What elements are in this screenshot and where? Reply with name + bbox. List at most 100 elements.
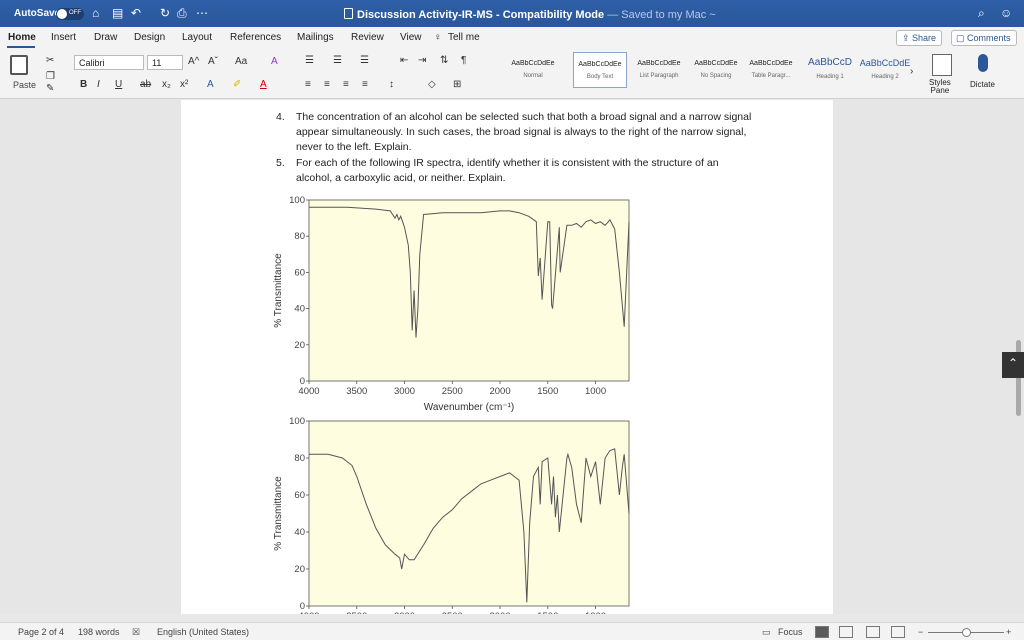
shrink-font-icon[interactable]: Aˇ	[208, 56, 218, 67]
draft-view-button[interactable]	[891, 626, 905, 638]
decrease-indent-icon[interactable]: ⇤	[400, 55, 408, 66]
save-icon[interactable]: ▤	[112, 6, 123, 20]
y-axis-label: % Transmittance	[273, 476, 284, 551]
zoom-out-icon[interactable]: −	[918, 627, 923, 637]
home-icon[interactable]: ⌂	[92, 6, 99, 20]
bullets-icon[interactable]: ☰	[305, 55, 314, 66]
undo-icon[interactable]: ↶	[131, 6, 141, 20]
paste-icon[interactable]	[10, 55, 28, 75]
style-list-paragraph[interactable]: AaBbCcDdEe List Paragraph	[632, 52, 686, 88]
align-center-icon[interactable]: ≡	[324, 79, 330, 90]
comments-button[interactable]: ▢ Comments	[951, 30, 1017, 46]
outline-view-button[interactable]	[866, 626, 880, 638]
grow-font-icon[interactable]: A^	[188, 56, 199, 67]
tab-review[interactable]: Review	[351, 32, 384, 43]
more-icon[interactable]: ⋯	[196, 6, 208, 20]
strikethrough-icon[interactable]: ab	[140, 79, 151, 90]
x-tick-label: 2000	[489, 611, 510, 614]
tab-mailings[interactable]: Mailings	[297, 32, 334, 43]
tab-layout[interactable]: Layout	[182, 32, 212, 43]
shading-icon[interactable]: ◇	[428, 79, 436, 90]
font-name-select[interactable]: Calibri	[74, 55, 144, 70]
subscript-icon[interactable]: x₂	[162, 79, 171, 90]
tell-me[interactable]: Tell me	[448, 32, 480, 43]
tab-design[interactable]: Design	[134, 32, 165, 43]
numbering-icon[interactable]: ☰	[333, 55, 342, 66]
y-tick-label: 100	[289, 195, 305, 206]
search-icon[interactable]: ⌕	[978, 6, 985, 21]
style-sample: AaBbCcDdEe	[749, 60, 793, 67]
style-table-paragraph[interactable]: AaBbCcDdEe Table Paragr...	[744, 52, 798, 88]
compatibility-mode: Compatibility Mode	[502, 9, 605, 21]
ir-spectra-figure: 0204060801004000 3500 3000 2500 2000 1500 1000…	[273, 195, 630, 614]
style-name: Heading 2	[871, 74, 899, 80]
style-sample: AaBbCcD	[808, 57, 852, 68]
style-no-spacing[interactable]: AaBbCcDdEe No Spacing	[689, 52, 743, 88]
redo-icon[interactable]: ↻	[160, 6, 170, 20]
style-name: Table Paragr...	[751, 73, 791, 79]
sort-icon[interactable]: ⇅	[440, 55, 448, 66]
style-normal[interactable]: AaBbCcDdEe Normal	[506, 52, 560, 88]
font-size-select[interactable]: 11	[147, 55, 183, 70]
superscript-icon[interactable]: x²	[180, 79, 188, 90]
style-heading-2[interactable]: AaBbCcDdE Heading 2	[858, 52, 912, 88]
y-tick-label: 60	[294, 267, 305, 278]
pilcrow-icon[interactable]: ¶	[461, 55, 466, 66]
font-size-value: 11	[152, 58, 162, 68]
increase-indent-icon[interactable]: ⇥	[418, 55, 426, 66]
document-page[interactable]: 4. The concentration of an alcohol can b…	[181, 100, 833, 614]
word-count[interactable]: 198 words	[78, 627, 120, 637]
align-right-icon[interactable]: ≡	[343, 79, 349, 90]
style-heading-1[interactable]: AaBbCcD Heading 1	[801, 52, 859, 88]
autosave-toggle[interactable]: OFF	[56, 8, 84, 20]
tab-home[interactable]: Home	[8, 32, 36, 43]
multilevel-list-icon[interactable]: ☰	[360, 55, 369, 66]
bold-icon[interactable]: B	[80, 79, 87, 90]
clear-format-icon[interactable]: A	[271, 56, 278, 67]
copy-icon[interactable]: ❐	[46, 71, 55, 82]
tab-references[interactable]: References	[230, 32, 281, 43]
style-sample: AaBbCcDdE	[859, 58, 911, 68]
tab-draw[interactable]: Draw	[94, 32, 117, 43]
page-count[interactable]: Page 2 of 4	[18, 627, 64, 637]
style-name: Body Text	[586, 74, 614, 80]
share-button[interactable]: ⇪ Share	[896, 30, 942, 46]
title-bar: AutoSave OFF ⌂ ▤ ↶ ↻ ⎙ ⋯ Discussion Acti…	[0, 0, 1024, 27]
styles-pane-line2: Pane	[930, 86, 950, 95]
language[interactable]: English (United States)	[157, 627, 249, 637]
active-tab-indicator	[7, 46, 35, 48]
highlight-icon[interactable]: ✐	[233, 79, 241, 90]
text-effects-icon[interactable]: A	[207, 79, 214, 90]
y-axis-label: % Transmittance	[273, 253, 284, 328]
cut-icon[interactable]: ✂	[46, 55, 54, 66]
y-tick-label: 40	[294, 527, 305, 538]
change-case-icon[interactable]: Aa	[235, 56, 247, 67]
proofing-icon[interactable]: ☒	[132, 627, 140, 638]
tab-view[interactable]: View	[400, 32, 422, 43]
collapse-ribbon-button[interactable]: ⌃	[1002, 352, 1024, 378]
underline-icon[interactable]: U	[115, 79, 122, 90]
microphone-icon[interactable]	[978, 54, 988, 72]
tab-insert[interactable]: Insert	[51, 32, 76, 43]
web-layout-view-button[interactable]	[839, 626, 853, 638]
zoom-in-icon[interactable]: +	[1006, 627, 1011, 637]
font-color-icon[interactable]: A	[260, 79, 267, 90]
y-tick-label: 80	[294, 453, 305, 464]
borders-icon[interactable]: ⊞	[453, 79, 461, 90]
focus-button[interactable]: Focus	[778, 627, 803, 637]
x-tick-label: 1000	[585, 611, 606, 614]
format-painter-icon[interactable]: ✎	[46, 83, 54, 94]
print-layout-view-button[interactable]	[815, 626, 829, 638]
account-icon[interactable]: ☺	[1000, 6, 1012, 20]
chevron-right-icon[interactable]: ›	[910, 66, 913, 77]
style-name: Normal	[523, 73, 543, 79]
line-spacing-icon[interactable]: ↕	[389, 79, 394, 90]
styles-pane-icon[interactable]	[932, 54, 952, 76]
italic-icon[interactable]: I	[97, 79, 100, 90]
zoom-slider-knob[interactable]	[962, 628, 971, 637]
align-left-icon[interactable]: ≡	[305, 79, 311, 90]
style-body-text[interactable]: AaBbCcDdEe Body Text	[573, 52, 627, 88]
justify-icon[interactable]: ≡	[362, 79, 368, 90]
print-icon[interactable]: ⎙	[177, 6, 187, 21]
comment-icon: ▢	[956, 33, 968, 43]
